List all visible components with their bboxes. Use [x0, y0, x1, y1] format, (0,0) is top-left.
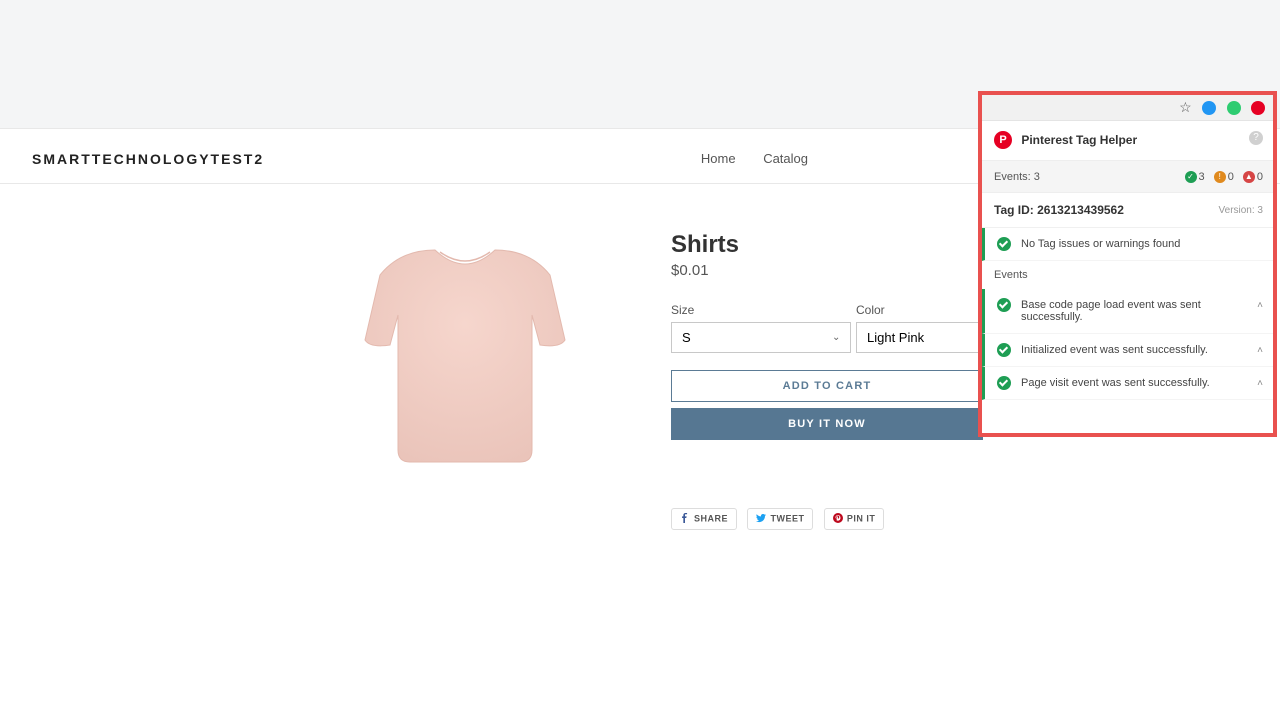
- no-issues-row: No Tag issues or warnings found: [982, 228, 1273, 261]
- browser-toolbar-strip: ☆: [982, 95, 1273, 121]
- nav-catalog[interactable]: Catalog: [763, 151, 808, 166]
- nav-home[interactable]: Home: [701, 151, 736, 166]
- help-icon[interactable]: ?: [1249, 131, 1263, 145]
- ok-count: ✓3: [1185, 161, 1205, 193]
- chevron-up-icon: ˄: [1257, 345, 1263, 356]
- share-bar: SHARE TWEET PIN IT: [671, 508, 890, 528]
- check-icon: [997, 376, 1011, 390]
- warning-icon: !: [1214, 171, 1226, 183]
- check-icon: [997, 237, 1011, 251]
- buy-now-button[interactable]: BUY IT NOW: [671, 408, 983, 440]
- share-pinterest[interactable]: PIN IT: [824, 508, 885, 530]
- version-label: Version: 3: [1219, 205, 1263, 216]
- color-select[interactable]: Light Pink: [856, 322, 982, 353]
- events-summary-bar: Events: 3 ✓3 !0 ▲0: [982, 161, 1273, 193]
- event-row-page-visit[interactable]: Page visit event was sent successfully. …: [982, 367, 1273, 400]
- size-label: Size: [671, 303, 694, 317]
- pinterest-logo-icon: P: [994, 131, 1012, 149]
- chevron-up-icon: ˄: [1257, 378, 1263, 389]
- check-icon: [997, 343, 1011, 357]
- panel-title: Pinterest Tag Helper: [1021, 133, 1137, 147]
- chevron-up-icon: ˄: [1257, 300, 1263, 311]
- nav-links: Home Catalog: [689, 151, 820, 166]
- event-text: Base code page load event was sent succe…: [1021, 299, 1201, 323]
- star-icon[interactable]: ☆: [1179, 99, 1192, 115]
- add-to-cart-button[interactable]: ADD TO CART: [671, 370, 983, 402]
- warn-count: !0: [1214, 161, 1234, 193]
- color-label: Color: [856, 303, 885, 317]
- twitter-icon: [756, 513, 766, 525]
- event-row-initialized[interactable]: Initialized event was sent successfully.…: [982, 334, 1273, 367]
- share-facebook-label: SHARE: [694, 513, 728, 523]
- product-price: $0.01: [671, 262, 709, 279]
- check-icon: [997, 298, 1011, 312]
- tag-helper-panel: P Pinterest Tag Helper ? Events: 3 ✓3 !0…: [982, 121, 1273, 433]
- size-select[interactable]: S: [671, 322, 851, 353]
- tag-id-section: Tag ID: 2613213439562 Version: 3: [982, 193, 1273, 228]
- panel-header: P Pinterest Tag Helper ?: [982, 121, 1273, 161]
- tag-id-label: Tag ID:: [994, 203, 1034, 217]
- extension-icon-green[interactable]: [1227, 101, 1241, 115]
- event-text: Page visit event was sent successfully.: [1021, 377, 1210, 389]
- pinterest-icon: [833, 513, 843, 525]
- event-row-base-code[interactable]: Base code page load event was sent succe…: [982, 289, 1273, 334]
- error-icon: ▲: [1243, 171, 1255, 183]
- events-section-label: Events: [982, 261, 1273, 289]
- facebook-icon: [680, 513, 690, 525]
- brand-name[interactable]: SMARTTECHNOLOGYTEST2: [32, 151, 264, 167]
- err-count: ▲0: [1243, 161, 1263, 193]
- share-pinterest-label: PIN IT: [847, 513, 876, 523]
- check-icon: ✓: [1185, 171, 1197, 183]
- product-image[interactable]: [300, 220, 630, 500]
- event-text: Initialized event was sent successfully.: [1021, 344, 1208, 356]
- share-facebook[interactable]: SHARE: [671, 508, 737, 530]
- extension-icon-blue[interactable]: [1202, 101, 1216, 115]
- share-twitter[interactable]: TWEET: [747, 508, 813, 530]
- events-count-label: Events: 3: [994, 171, 1040, 183]
- tag-id-value: 2613213439562: [1037, 203, 1124, 217]
- pinterest-tag-helper-icon[interactable]: [1251, 101, 1265, 115]
- product-title: Shirts: [671, 231, 739, 259]
- no-issues-text: No Tag issues or warnings found: [1021, 238, 1180, 250]
- share-twitter-label: TWEET: [770, 513, 804, 523]
